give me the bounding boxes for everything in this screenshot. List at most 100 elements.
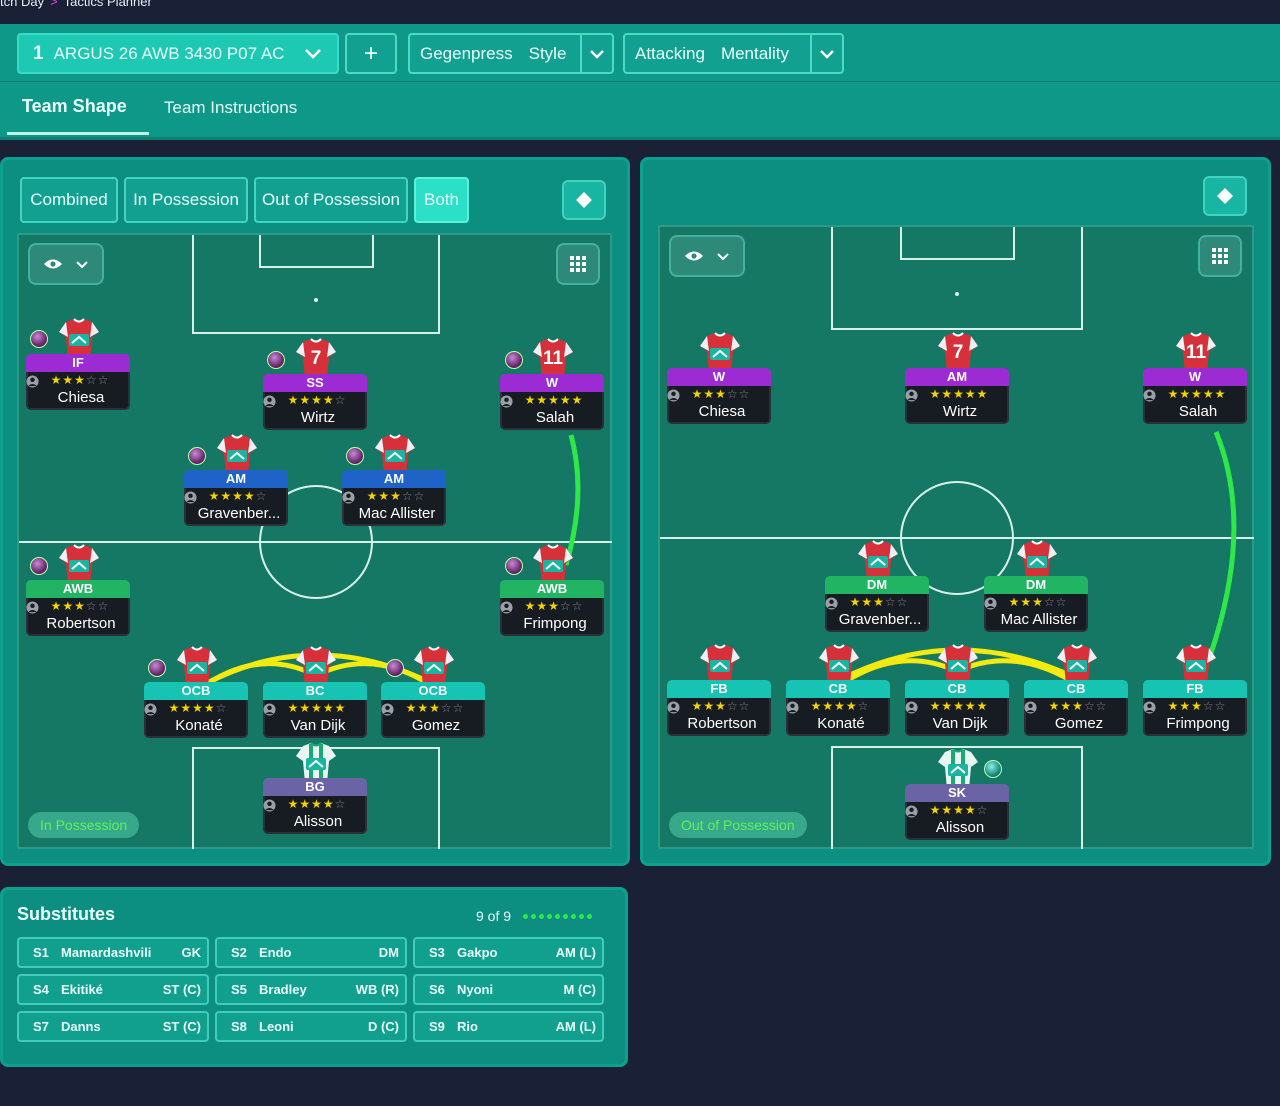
player-name: Konaté: [817, 715, 865, 732]
player-role: CB: [905, 680, 1009, 698]
tab-team-shape[interactable]: Team Shape: [22, 96, 127, 117]
breadcrumb: tch Day > Tactics Planner: [0, 0, 152, 9]
player-role: CB: [1024, 680, 1128, 698]
add-tactic-button[interactable]: +: [345, 33, 397, 74]
player-info: ★★★☆☆ Gomez: [1024, 698, 1128, 736]
visibility-toggle[interactable]: [669, 235, 745, 277]
player-name: Mac Allister: [358, 505, 436, 522]
person-icon: [825, 597, 838, 610]
substitute-item[interactable]: S5 Bradley WB (R): [215, 974, 407, 1005]
substitute-item[interactable]: S4 Ekitiké ST (C): [17, 974, 209, 1005]
player-card[interactable]: DM ★★★☆☆ Mac Allister: [984, 540, 1088, 632]
player-role: SK: [905, 784, 1009, 802]
player-rating-stars: ★★★★★: [929, 699, 989, 713]
player-trait-icon[interactable]: [386, 659, 404, 677]
player-card[interactable]: FB ★★★☆☆ Frimpong: [1143, 644, 1247, 736]
breadcrumb-current: Tactics Planner: [63, 0, 152, 9]
substitute-item[interactable]: S7 Danns ST (C): [17, 1011, 209, 1042]
substitute-item[interactable]: S8 Leoni D (C): [215, 1011, 407, 1042]
player-info: ★★★☆☆ Robertson: [667, 698, 771, 736]
diamond-icon[interactable]: [1203, 176, 1247, 216]
style-dropdown[interactable]: Gegenpress Style: [408, 33, 614, 74]
substitute-name: Mamardashvili: [61, 945, 152, 960]
eye-icon: [44, 259, 62, 269]
substitute-item[interactable]: S3 Gakpo AM (L): [413, 937, 604, 968]
player-card[interactable]: FB ★★★☆☆ Robertson: [667, 644, 771, 736]
player-name: Robertson: [46, 615, 116, 632]
player-info: ★★★☆☆ Frimpong: [1143, 698, 1247, 736]
player-card[interactable]: 7 AM ★★★★★ Wirtz: [905, 332, 1009, 424]
diamond-icon[interactable]: [562, 180, 606, 220]
player-info: ★★★☆☆ Frimpong: [500, 598, 604, 636]
player-name: Frimpong: [523, 615, 587, 632]
view-in-possession-button[interactable]: In Possession: [124, 177, 248, 223]
player-rating-stars: ★★★☆☆: [50, 373, 110, 387]
player-card[interactable]: W ★★★☆☆ Chiesa: [667, 332, 771, 424]
grid-icon[interactable]: [1198, 235, 1242, 277]
tactic-selector[interactable]: 1 ARGUS 26 AWB 3430 P07 AC: [17, 33, 339, 74]
style-label: Style: [528, 43, 567, 63]
person-icon: [1143, 389, 1156, 402]
player-role: FB: [1143, 680, 1247, 698]
substitute-slot: S7: [33, 1019, 49, 1034]
shirt-number: 7: [310, 348, 322, 369]
substitute-position: DM: [378, 945, 399, 960]
player-role: W: [500, 374, 604, 392]
mentality-label: Mentality: [720, 43, 789, 63]
player-name: Salah: [535, 409, 575, 426]
player-card[interactable]: CB ★★★☆☆ Gomez: [1024, 644, 1128, 736]
player-role: AM: [905, 368, 1009, 386]
player-rating-stars: ★★★★★: [524, 393, 584, 407]
substitute-item[interactable]: S9 Rio AM (L): [413, 1011, 604, 1042]
player-card[interactable]: CB ★★★★☆ Konaté: [786, 644, 890, 736]
player-trait-icon[interactable]: [30, 330, 48, 348]
player-role: DM: [984, 576, 1088, 594]
player-trait-icon[interactable]: [984, 760, 1002, 778]
player-name: Gravenber...: [838, 611, 922, 628]
player-rating-stars: ★★★★★: [929, 387, 989, 401]
player-info: ★★★☆☆ Mac Allister: [984, 594, 1088, 632]
player-trait-icon[interactable]: [346, 447, 364, 465]
visibility-toggle[interactable]: [28, 243, 104, 285]
substitute-name: Rio: [457, 1019, 478, 1034]
substitute-slot: S4: [33, 982, 49, 997]
player-card[interactable]: BG ★★★★☆ Alisson: [263, 742, 367, 834]
player-trait-icon[interactable]: [148, 659, 166, 677]
player-info: ★★★★★ Van Dijk: [263, 700, 367, 738]
breadcrumb-parent[interactable]: tch Day: [0, 0, 44, 9]
player-card[interactable]: BC ★★★★★ Van Dijk: [263, 646, 367, 738]
substitute-item[interactable]: S1 Mamardashvili GK: [17, 937, 209, 968]
player-name: Konaté: [175, 717, 223, 734]
view-out-of-possession-button[interactable]: Out of Possession: [254, 177, 408, 223]
substitute-item[interactable]: S2 Endo DM: [215, 937, 407, 968]
player-info: ★★★★★ Salah: [500, 392, 604, 430]
player-rating-stars: ★★★★☆: [208, 489, 268, 503]
player-trait-icon[interactable]: [505, 351, 523, 369]
person-icon: [26, 375, 39, 388]
player-rating-stars: ★★★★☆: [287, 797, 347, 811]
substitute-position: M (C): [563, 982, 597, 997]
player-trait-icon[interactable]: [267, 351, 285, 369]
player-card[interactable]: DM ★★★☆☆ Gravenber...: [825, 540, 929, 632]
player-rating-stars: ★★★★☆: [929, 803, 989, 817]
player-role: AM: [342, 470, 446, 488]
player-info: ★★★★☆ Alisson: [263, 796, 367, 834]
player-info: ★★★☆☆ Chiesa: [667, 386, 771, 424]
tab-team-instructions[interactable]: Team Instructions: [164, 98, 297, 118]
player-card[interactable]: CB ★★★★★ Van Dijk: [905, 644, 1009, 736]
grid-icon[interactable]: [556, 243, 600, 285]
substitute-item[interactable]: S6 Nyoni M (C): [413, 974, 604, 1005]
player-trait-icon[interactable]: [30, 557, 48, 575]
substitute-position: AM (L): [555, 945, 596, 960]
view-combined-button[interactable]: Combined: [20, 177, 118, 223]
tactic-name: ARGUS 26 AWB 3430 P07 AC: [53, 43, 285, 63]
view-both-button[interactable]: Both: [414, 177, 469, 223]
player-name: Van Dijk: [932, 715, 988, 732]
player-trait-icon[interactable]: [505, 557, 523, 575]
phase-label: Out of Possession: [669, 812, 807, 838]
player-trait-icon[interactable]: [188, 447, 206, 465]
mentality-dropdown[interactable]: Attacking Mentality: [623, 33, 844, 74]
mentality-value: Attacking: [635, 43, 705, 63]
player-name: Alisson: [935, 819, 985, 836]
player-card[interactable]: 11 W ★★★★★ Salah: [1143, 332, 1247, 424]
